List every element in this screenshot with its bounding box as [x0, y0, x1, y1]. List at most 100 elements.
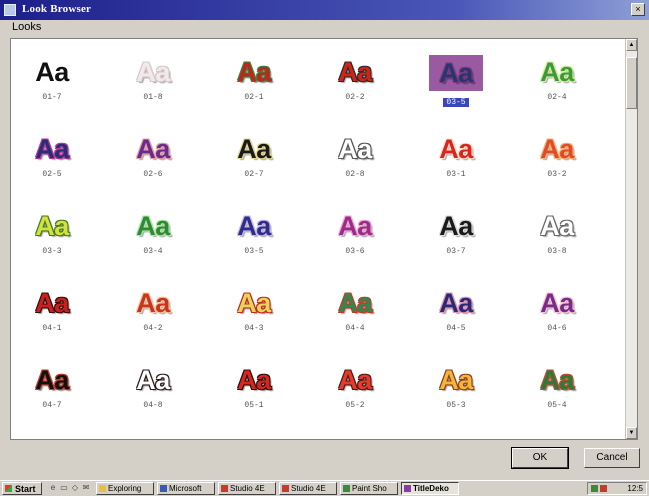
look-item[interactable]: Aa 04-1: [17, 288, 87, 362]
volume-icon[interactable]: [591, 485, 598, 492]
look-item[interactable]: Aa 04-5: [421, 288, 491, 362]
look-label: 02-5: [42, 170, 62, 179]
title-bar[interactable]: Look Browser ×: [0, 0, 649, 20]
close-button[interactable]: ×: [631, 3, 645, 16]
look-item[interactable]: Aa 03-5: [219, 211, 289, 285]
quicklaunch-channels-icon[interactable]: ◇: [70, 483, 80, 493]
look-label: 01-7: [42, 93, 62, 102]
look-preview: Aa: [136, 288, 170, 318]
window-title: Look Browser: [22, 3, 92, 15]
look-label: 04-6: [547, 324, 567, 333]
look-item[interactable]: Aa 04-4: [320, 288, 390, 362]
look-item[interactable]: Aa 02-7: [219, 134, 289, 208]
taskbar-button-label: Paint Sho: [352, 484, 387, 493]
look-label: 05-4: [547, 401, 567, 410]
look-label: 03-3: [42, 247, 62, 256]
look-preview: Aa: [338, 57, 372, 87]
studio-icon: [282, 485, 289, 492]
taskbar-button[interactable]: Studio 4E: [218, 482, 276, 495]
look-preview: Aa: [35, 134, 69, 164]
look-label: 03-4: [143, 247, 163, 256]
look-item[interactable]: Aa 02-2: [320, 57, 390, 131]
look-label: 02-2: [345, 93, 365, 102]
look-preview: Aa: [136, 134, 170, 164]
quicklaunch-desktop-icon[interactable]: ▭: [59, 483, 69, 493]
look-preview: Aa: [439, 134, 473, 164]
look-item[interactable]: Aa 03-1: [421, 134, 491, 208]
cancel-button[interactable]: Cancel: [584, 448, 640, 468]
look-item[interactable]: Aa 02-1: [219, 57, 289, 131]
look-item[interactable]: Aa 04-8: [118, 365, 188, 439]
look-preview: Aa: [237, 288, 271, 318]
look-label: 04-7: [42, 401, 62, 410]
look-preview: Aa: [35, 211, 69, 241]
close-icon: ×: [635, 4, 641, 14]
look-preview: Aa: [35, 365, 69, 395]
look-preview: Aa: [439, 211, 473, 241]
look-browser-window: Look Browser × Looks Aa 01-7 Aa 01-8 Aa 02-1 A…: [0, 0, 649, 469]
look-item[interactable]: Aa 02-5: [17, 134, 87, 208]
look-label: 05-2: [345, 401, 365, 410]
look-item[interactable]: Aa 02-4: [522, 57, 592, 131]
look-label: 03-1: [446, 170, 466, 179]
look-preview: Aa: [540, 288, 574, 318]
look-item[interactable]: Aa 04-3: [219, 288, 289, 362]
look-item[interactable]: Aa 03-6: [320, 211, 390, 285]
taskbar-button[interactable]: Paint Sho: [340, 482, 398, 495]
look-preview: Aa: [540, 365, 574, 395]
look-preview: Aa: [338, 211, 372, 241]
taskbar-button-label: Studio 4E: [230, 484, 265, 493]
look-item[interactable]: Aa 01-8: [118, 57, 188, 131]
taskbar-button-label: TitleDeko: [413, 484, 449, 493]
quicklaunch-outlook-icon[interactable]: ✉: [81, 483, 91, 493]
look-preview: Aa: [338, 365, 372, 395]
look-item[interactable]: Aa 03-5: [421, 55, 491, 131]
taskbar-button-label: Studio 4E: [291, 484, 326, 493]
ok-button[interactable]: OK: [511, 447, 569, 469]
look-label: 04-4: [345, 324, 365, 333]
start-button[interactable]: Start: [2, 482, 42, 495]
taskbar-button[interactable]: Studio 4E: [279, 482, 337, 495]
scroll-down-button[interactable]: ▼: [626, 427, 637, 439]
look-label: 03-5: [244, 247, 264, 256]
quicklaunch-ie-icon[interactable]: e: [48, 483, 58, 493]
scroll-up-button[interactable]: ▲: [626, 39, 637, 51]
look-item[interactable]: Aa 05-1: [219, 365, 289, 439]
look-item[interactable]: Aa 01-7: [17, 57, 87, 131]
look-item[interactable]: Aa 03-3: [17, 211, 87, 285]
taskbar-button-label: Microsoft: [169, 484, 202, 493]
look-label: 01-8: [143, 93, 163, 102]
look-item[interactable]: Aa 04-6: [522, 288, 592, 362]
look-preview: Aa: [237, 57, 271, 87]
look-preview: Aa: [237, 365, 271, 395]
tray-app-icon[interactable]: [600, 485, 607, 492]
look-item[interactable]: Aa 05-3: [421, 365, 491, 439]
taskbar-button[interactable]: Microsoft: [157, 482, 215, 495]
taskbar-button[interactable]: TitleDeko: [401, 482, 459, 495]
look-item[interactable]: Aa 04-2: [118, 288, 188, 362]
vertical-scrollbar[interactable]: ▲ ▼: [625, 39, 637, 439]
scroll-thumb[interactable]: [626, 57, 637, 109]
look-item[interactable]: Aa 05-4: [522, 365, 592, 439]
look-item[interactable]: Aa 03-4: [118, 211, 188, 285]
menu-looks[interactable]: Looks: [12, 21, 41, 33]
taskbar: Start e ▭ ◇ ✉ Exploring Microsoft Studio 4…: [0, 480, 649, 496]
look-item[interactable]: Aa 02-8: [320, 134, 390, 208]
look-preview: Aa: [35, 288, 69, 318]
taskbar-button[interactable]: Exploring: [96, 482, 154, 495]
look-item[interactable]: Aa 04-7: [17, 365, 87, 439]
arrow-up-icon: ▲: [628, 42, 635, 48]
look-item[interactable]: Aa 03-8: [522, 211, 592, 285]
look-item[interactable]: Aa 05-2: [320, 365, 390, 439]
windows-logo-icon: [5, 485, 12, 492]
look-preview: Aa: [540, 211, 574, 241]
look-item[interactable]: Aa 02-6: [118, 134, 188, 208]
look-label: 02-6: [143, 170, 163, 179]
look-item[interactable]: Aa 03-7: [421, 211, 491, 285]
titledeko-icon: [404, 485, 411, 492]
menu-bar: Looks: [0, 20, 649, 36]
look-preview: Aa: [136, 57, 170, 87]
arrow-down-icon: ▼: [628, 430, 635, 436]
look-label: 05-1: [244, 401, 264, 410]
look-item[interactable]: Aa 03-2: [522, 134, 592, 208]
